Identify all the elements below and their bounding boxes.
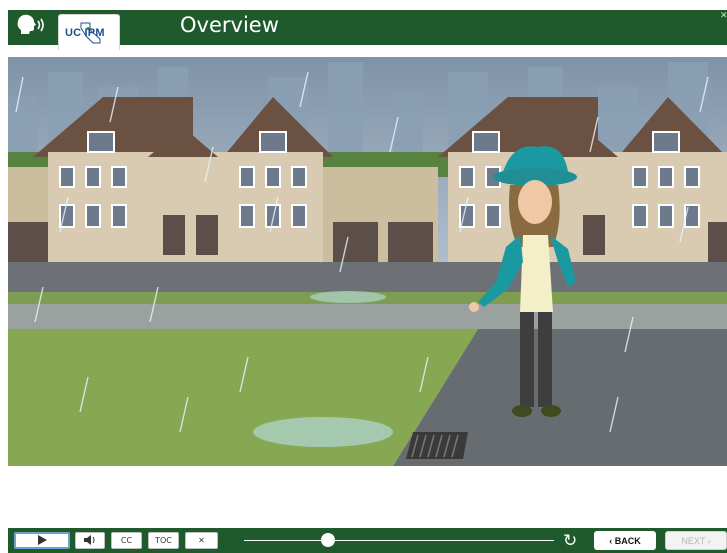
narration-toggle-button[interactable] <box>8 10 54 45</box>
exit-button[interactable]: ✕ <box>185 532 218 549</box>
close-icon[interactable]: ✕ <box>720 10 727 22</box>
closed-captions-button[interactable]: CC <box>111 532 142 549</box>
speaking-head-icon <box>15 13 47 42</box>
progress-track[interactable] <box>244 540 554 541</box>
header-bar: UC IPM Overview ✕ <box>8 10 727 50</box>
play-icon <box>37 534 47 547</box>
reload-icon[interactable]: ↻ <box>563 531 577 551</box>
logo-text: UC IPM <box>65 27 105 39</box>
rainy-street-illustration <box>8 57 727 466</box>
lesson-illustration <box>8 57 727 466</box>
player-controls-bar: CC TOC ✕ ↻ ‹ BACK NEXT › <box>8 528 727 553</box>
next-button[interactable]: NEXT › <box>665 531 727 550</box>
volume-button[interactable] <box>75 532 105 549</box>
volume-icon <box>84 534 96 547</box>
house-right <box>438 97 727 262</box>
puddle <box>253 417 393 447</box>
table-of-contents-button[interactable]: TOC <box>148 532 179 549</box>
back-button[interactable]: ‹ BACK <box>594 531 656 550</box>
play-button[interactable] <box>14 532 70 549</box>
page-title: Overview <box>180 13 279 37</box>
uc-ipm-logo: UC IPM <box>58 14 120 50</box>
storm-drain <box>406 432 468 459</box>
progress-thumb[interactable] <box>320 533 335 547</box>
